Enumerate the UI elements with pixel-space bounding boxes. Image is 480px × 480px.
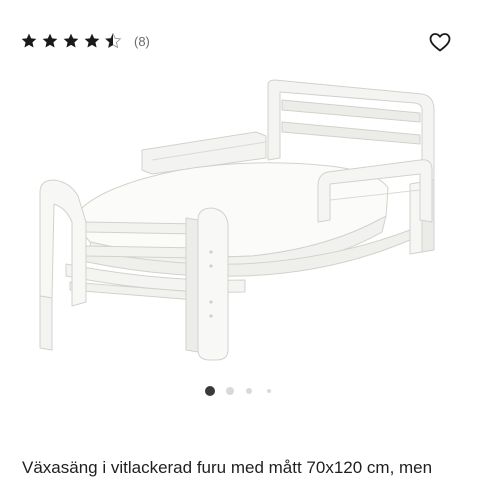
- rating-stars: [20, 32, 125, 50]
- carousel-dot-3[interactable]: [246, 388, 252, 394]
- star-full-icon: [84, 33, 100, 48]
- star-full-icon: [63, 33, 79, 48]
- image-carousel-indicator: [0, 384, 480, 398]
- carousel-dot-1[interactable]: [205, 386, 215, 396]
- product-rating[interactable]: (8): [20, 31, 150, 51]
- carousel-dot-2[interactable]: [226, 387, 234, 395]
- carousel-dot-4[interactable]: [267, 389, 271, 393]
- review-count[interactable]: (8): [134, 34, 150, 49]
- product-image[interactable]: [30, 70, 450, 375]
- heart-outline-icon[interactable]: [428, 30, 452, 54]
- star-half-icon: [104, 32, 122, 49]
- star-full-icon: [42, 33, 58, 48]
- product-title: Växasäng i vitlackerad furu med mått 70x…: [22, 458, 433, 477]
- star-full-icon: [21, 33, 37, 48]
